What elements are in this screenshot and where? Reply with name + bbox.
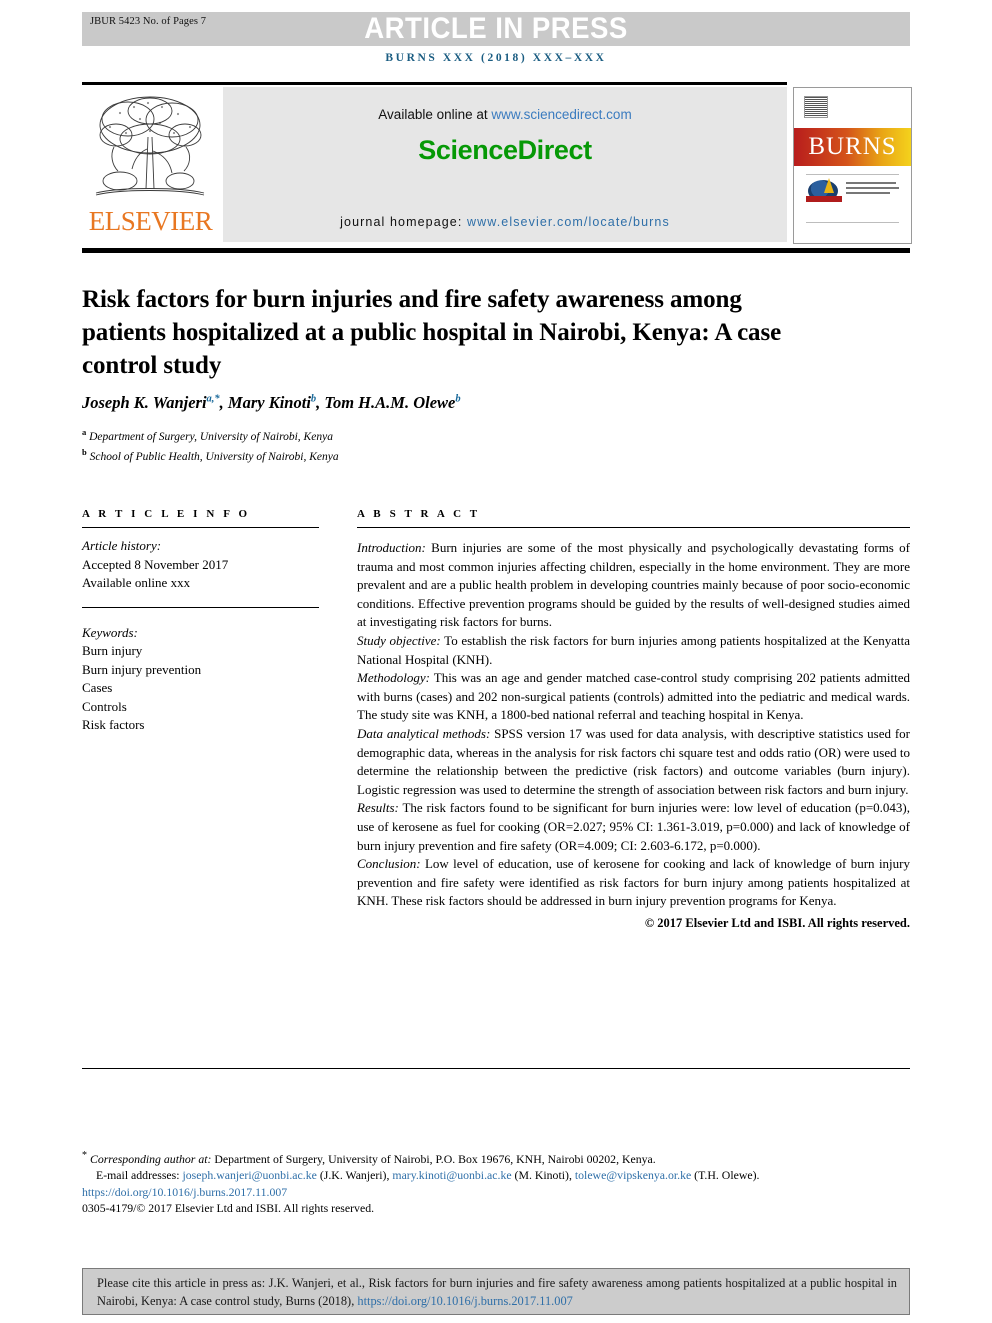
- email-addresses-label: E-mail addresses:: [96, 1168, 180, 1183]
- doi-link[interactable]: https://doi.org/10.1016/j.burns.2017.11.…: [82, 1184, 922, 1201]
- article-history-online: Available online xxx: [82, 575, 191, 590]
- abstract-label-objective: Study objective:: [357, 632, 441, 648]
- keyword-item: Burn injury: [82, 643, 143, 658]
- available-online-line: Available online at www.sciencedirect.co…: [223, 107, 787, 122]
- abstract-label-results: Results:: [357, 800, 399, 816]
- elsevier-tree-icon: [95, 96, 205, 196]
- affiliation-mark-b: b: [82, 446, 87, 457]
- affiliation-a: a Department of Surgery, University of N…: [82, 425, 682, 445]
- page-title: Risk factors for burn injuries and fire …: [82, 285, 782, 379]
- corresponding-author-text: Department of Surgery, University of Nai…: [211, 1151, 656, 1166]
- elsevier-wordmark: ELSEVIER: [88, 206, 213, 236]
- author-marks-3: b: [455, 393, 461, 405]
- journal-cover-thumbnail: BURNS: [793, 87, 912, 244]
- cover-divider-top: [806, 174, 899, 175]
- author-marks-2: b: [310, 393, 317, 405]
- abstract-section-introduction: Introduction: Burn injuries are some of …: [357, 539, 910, 632]
- affiliation-text-b: School of Public Health, University of N…: [89, 450, 339, 463]
- abstract-text-conclusion: Low level of education, use of kerosene …: [357, 856, 910, 909]
- abstract-rule: [357, 527, 910, 528]
- author-name-3: Tom H.A.M. Olewe: [324, 393, 456, 412]
- asterisk-icon: *: [82, 1150, 87, 1161]
- email-owner-1: (J.K. Wanjeri): [319, 1168, 387, 1183]
- journal-masthead: ELSEVIER Available online at www.science…: [82, 82, 912, 245]
- abstract-label-introduction: Introduction:: [357, 540, 426, 555]
- abstract-label-data-methods: Data analytical methods:: [357, 725, 491, 741]
- author-name-2: Mary Kinoti: [227, 393, 311, 412]
- abstract-section-objective: Study objective: To establish the risk f…: [357, 632, 910, 669]
- keyword-item: Risk factors: [82, 717, 145, 732]
- footnotes-block: * Corresponding author at: Department of…: [82, 1148, 922, 1217]
- journal-running-head: BURNS XXX (2018) XXX–XXX: [385, 52, 607, 64]
- email-addresses-line: E-mail addresses: joseph.wanjeri@uonbi.a…: [96, 1168, 760, 1183]
- abstract-label-conclusion: Conclusion:: [357, 856, 421, 872]
- email-owner-2: (M. Kinoti): [514, 1168, 569, 1183]
- masthead-bottom-rule: [82, 248, 910, 253]
- available-online-prefix: Available online at: [378, 107, 492, 122]
- footer-divider-rule: [82, 1068, 910, 1069]
- corresponding-author-line: * Corresponding author at: Department of…: [82, 1148, 922, 1167]
- abstract-text-objective: To establish the risk factors for burn i…: [357, 632, 910, 667]
- affiliation-b: b School of Public Health, University of…: [82, 445, 682, 465]
- article-info-rule: [82, 527, 319, 528]
- abstract-copyright: © 2017 Elsevier Ltd and ISBI. All rights…: [644, 915, 910, 930]
- author-name-1: Joseph K. Wanjeri: [82, 393, 207, 412]
- journal-homepage-link[interactable]: www.elsevier.com/locate/burns: [467, 215, 670, 229]
- sciencedirect-box: Available online at www.sciencedirect.co…: [223, 87, 787, 242]
- article-info-column: A R T I C L E I N F O Article history: A…: [82, 508, 319, 735]
- abstract-section-conclusion: Conclusion: Low level of education, use …: [357, 855, 910, 911]
- cover-journal-title: BURNS: [808, 133, 897, 160]
- author-list: Joseph K. Wanjeria,*, Mary Kinotib, Tom …: [82, 393, 461, 412]
- abstract-section-methodology: Methodology: This was an age and gender …: [357, 669, 910, 725]
- article-info-second-rule: [82, 606, 319, 608]
- citation-notice-text: Please cite this article in press as: J.…: [97, 1275, 897, 1310]
- abstract-label-methodology: Methodology:: [357, 670, 430, 686]
- journal-homepage-line: journal homepage: www.elsevier.com/locat…: [223, 215, 787, 229]
- isbi-flame-icon: [824, 178, 834, 193]
- keywords-label: Keywords:: [82, 624, 138, 640]
- email-link-2[interactable]: mary.kinoti@uonbi.ac.ke: [392, 1168, 511, 1182]
- sciencedirect-url-link[interactable]: www.sciencedirect.com: [491, 107, 631, 122]
- abstract-heading: A B S T R A C T: [357, 508, 481, 520]
- keyword-item: Cases: [82, 680, 113, 695]
- corresponding-author-label: Corresponding author at:: [89, 1151, 212, 1166]
- citation-doi-link[interactable]: https://doi.org/10.1016/j.burns.2017.11.…: [357, 1294, 572, 1308]
- elsevier-logo-block: ELSEVIER: [82, 87, 219, 242]
- affiliation-list: a Department of Surgery, University of N…: [82, 425, 682, 465]
- cover-divider-bottom: [806, 222, 899, 223]
- abstract-text-results: The risk factors found to be significant…: [357, 800, 910, 853]
- affiliation-mark-a: a: [82, 427, 87, 437]
- article-in-press-label: ARTICLE IN PRESS: [364, 12, 628, 45]
- keyword-item: Burn injury prevention: [82, 661, 202, 677]
- journal-homepage-prefix: journal homepage:: [340, 215, 467, 229]
- isbi-ribbon-icon: [806, 196, 842, 202]
- author-marks-1: a,*: [206, 393, 220, 405]
- abstract-text-introduction: Burn injuries are some of the most physi…: [357, 540, 910, 630]
- sciencedirect-wordmark: ScienceDirect: [418, 135, 592, 165]
- masthead-top-rule: [82, 82, 787, 85]
- article-in-press-banner: JBUR 5423 No. of Pages 7 ARTICLE IN PRES…: [82, 12, 910, 46]
- cover-title-band: BURNS: [794, 128, 911, 166]
- email-link-1[interactable]: joseph.wanjeri@uonbi.ac.ke: [183, 1168, 317, 1182]
- citation-notice-box: Please cite this article in press as: J.…: [82, 1268, 910, 1315]
- email-owner-3: (T.H. Olewe).: [694, 1168, 760, 1183]
- abstract-body: Introduction: Burn injuries are some of …: [357, 539, 910, 932]
- affiliation-text-a: Department of Surgery, University of Nai…: [89, 430, 333, 443]
- abstract-section-data-methods: Data analytical methods: SPSS version 17…: [357, 725, 910, 799]
- article-info-heading: A R T I C L E I N F O: [82, 508, 251, 520]
- cover-barcode-icon: [804, 96, 828, 118]
- abstract-column: A B S T R A C T Introduction: Burn injur…: [357, 508, 910, 932]
- abstract-text-methodology: This was an age and gender matched case-…: [357, 670, 910, 723]
- issn-copyright-line: 0305-4179/© 2017 Elsevier Ltd and ISBI. …: [82, 1201, 375, 1216]
- cover-society-text-placeholder: [846, 182, 901, 197]
- article-history-block: Article history: Accepted 8 November 201…: [82, 537, 319, 593]
- email-link-3[interactable]: tolewe@vipskenya.or.ke: [575, 1168, 691, 1182]
- article-history-accepted: Accepted 8 November 2017: [82, 556, 229, 572]
- abstract-section-results: Results: The risk factors found to be si…: [357, 799, 910, 855]
- keyword-item: Controls: [82, 698, 127, 714]
- keywords-block: Keywords: Burn injury Burn injury preven…: [82, 624, 319, 735]
- article-history-label: Article history:: [82, 538, 162, 553]
